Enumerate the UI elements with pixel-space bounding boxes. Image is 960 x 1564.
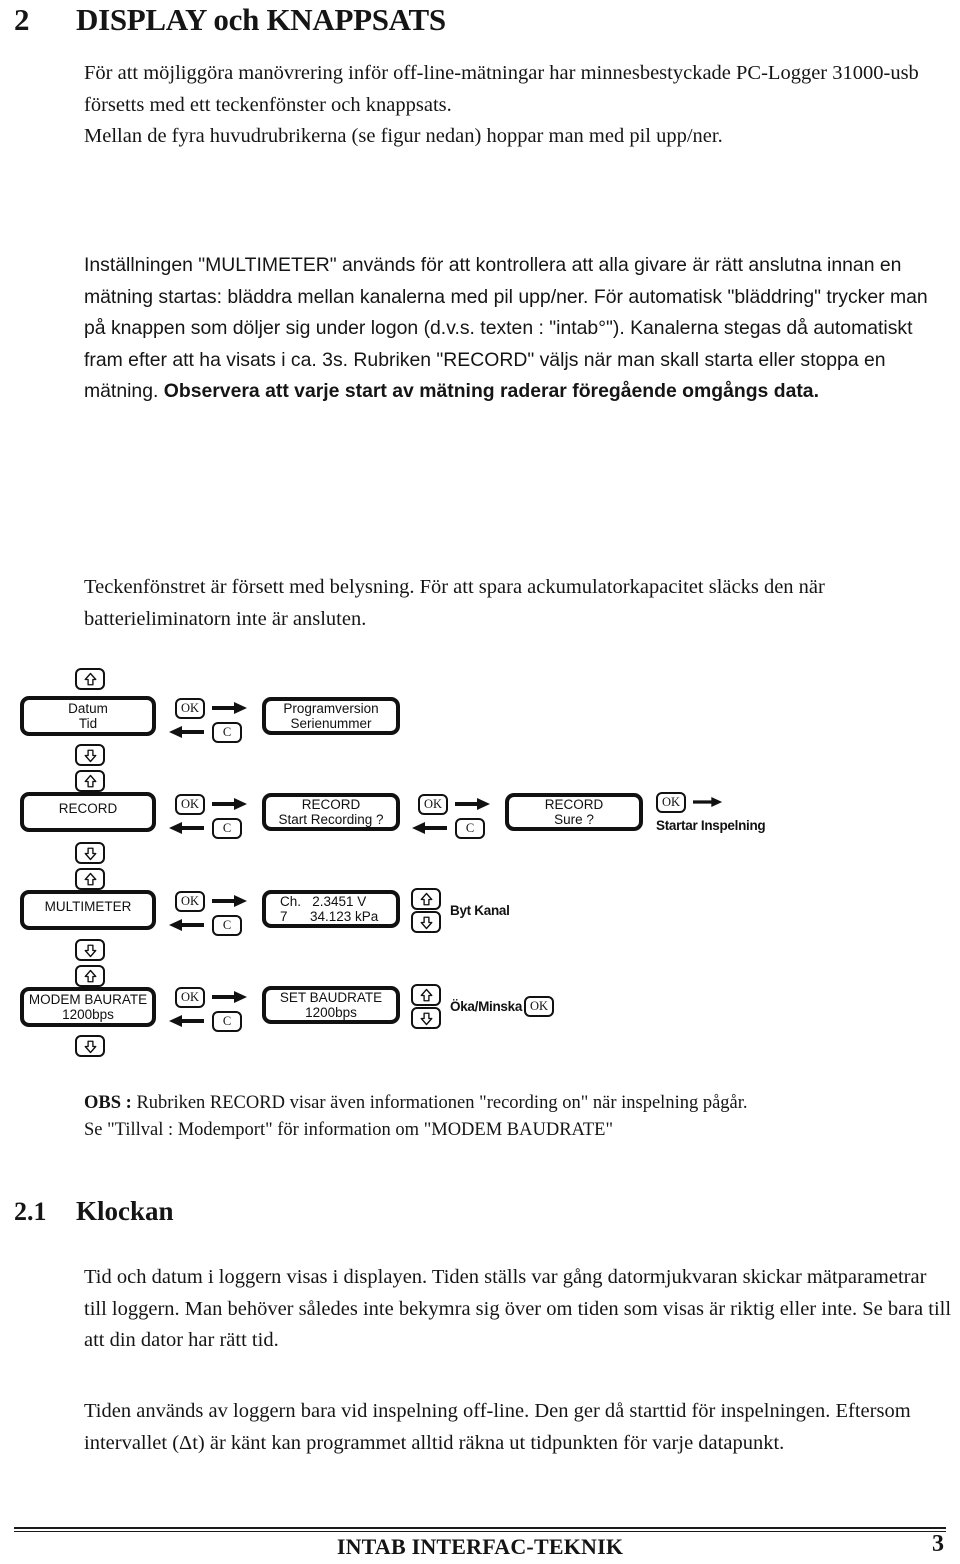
footer-page-number: 3 [932,1531,944,1557]
menu-box-programversion[interactable]: Programversion Serienummer [262,697,400,735]
clear-key-label: C [222,725,232,739]
menu-box-record-line1: RECORD [58,801,118,816]
arrow-right-record-start [693,795,723,809]
menu-box-programversion-line2: Serienummer [290,716,372,731]
obs-note: OBS : Rubriken RECORD visar även informa… [84,1090,952,1144]
menu-box-start-recording[interactable]: RECORD Start Recording ? [262,793,400,831]
paragraph-multimeter: Inställningen "MULTIMETER" används för a… [84,250,952,408]
footer-divider [14,1527,946,1532]
clear-key-label: C [222,918,232,932]
clear-key-label: C [465,821,475,835]
arrow-up-key-record[interactable] [75,770,105,792]
obs-line-1: Rubriken RECORD visar även informationen… [131,1093,748,1113]
label-oka-minska: Öka/Minska [450,999,523,1014]
ok-key-label: OK [423,797,443,811]
ok-key-label: OK [661,795,681,809]
menu-box-programversion-line1: Programversion [283,701,379,716]
ok-key-label: OK [180,990,200,1004]
arrow-left-multimeter [168,918,204,932]
menu-box-record-sure-line1: RECORD [544,797,604,812]
menu-box-modem-baurate[interactable]: MODEM BAURATE 1200bps [20,987,156,1027]
menu-box-set-baudrate-line2: 1200bps [305,1005,357,1020]
ok-key-record[interactable]: OK [175,794,205,815]
clear-key-record[interactable]: C [212,818,242,839]
subsection-number: 2.1 [14,1197,47,1226]
menu-box-channel-reading-line1: Ch. 2.3451 V [280,894,367,909]
clear-key-record-confirm[interactable]: C [455,818,485,839]
menu-box-set-baudrate-line1: SET BAUDRATE [279,990,383,1005]
ok-key-label: OK [180,894,200,908]
clear-key-label: C [222,1014,232,1028]
arrow-up-key-byt-kanal[interactable] [411,888,441,910]
menu-box-set-baudrate[interactable]: SET BAUDRATE 1200bps [262,986,400,1024]
section-title: DISPLAY och KNAPPSATS [76,2,446,37]
footer-company: INTAB INTERFAC-TEKNIK [336,1534,624,1559]
subsection-title: 2.1 Klockan [14,1196,174,1227]
arrow-down-key-record[interactable] [75,842,105,864]
menu-box-record-sure-line2: Sure ? [554,812,594,827]
paragraph-intro: För att möjliggöra manövrering inför off… [84,62,919,147]
multimeter-warning: Observera att varje start av mätning rad… [163,380,819,402]
menu-box-start-recording-line1: RECORD [301,797,361,812]
menu-box-start-recording-line2: Start Recording ? [278,812,384,827]
clear-key-multimeter[interactable]: C [212,915,242,936]
clear-key-label: C [222,821,232,835]
ok-key-label: OK [180,701,200,715]
arrow-up-key-modem[interactable] [75,965,105,987]
arrow-right-modem [212,990,248,1004]
arrow-down-key-datum[interactable] [75,744,105,766]
paragraph-klockan: Tid och datum i loggern visas i displaye… [84,1266,952,1351]
ok-key-record-start[interactable]: OK [656,792,686,813]
ok-key-multimeter[interactable]: OK [175,891,205,912]
arrow-up-key-oka-minska[interactable] [411,984,441,1006]
arrow-down-key-multimeter[interactable] [75,939,105,961]
menu-box-modem-baurate-line2: 1200bps [62,1007,114,1022]
arrow-left-record [168,821,204,835]
menu-box-channel-reading-line2: 7 34.123 kPa [280,909,379,924]
menu-box-multimeter[interactable]: MULTIMETER [20,890,156,930]
arrow-down-key-byt-kanal[interactable] [411,911,441,933]
arrow-right-record [212,797,248,811]
menu-box-record-sure[interactable]: RECORD Sure ? [505,793,643,831]
page-title: 2 DISPLAY och KNAPPSATS [14,2,944,38]
subsection-label: Klockan [76,1196,174,1226]
arrow-left-record-confirm [411,821,447,835]
menu-box-record[interactable]: RECORD [20,792,156,832]
arrow-right-multimeter [212,894,248,908]
obs-label: OBS : [84,1093,132,1113]
arrow-up-key-datum[interactable] [75,668,105,690]
ok-key-label: OK [529,999,549,1013]
section-number: 2 [14,2,30,37]
arrow-right-record-confirm [455,797,491,811]
arrow-down-key-oka-minska[interactable] [411,1007,441,1029]
ok-key-label: OK [180,797,200,811]
arrow-up-key-multimeter[interactable] [75,868,105,890]
menu-box-datum-tid-line1: Datum [68,701,108,716]
arrow-left-modem [168,1014,204,1028]
obs-line-2: Se "Tillval : Modemport" för information… [84,1120,614,1140]
paragraph-tiden: Tiden används av loggern bara vid inspel… [84,1400,911,1454]
arrow-right-datum [212,701,248,715]
menu-box-datum-tid-line2: Tid [78,716,98,731]
menu-flow-diagram: Datum Tid OK C Programversion Serienumme… [0,660,960,1080]
menu-box-datum-tid[interactable]: Datum Tid [20,696,156,736]
ok-key-record-confirm[interactable]: OK [418,794,448,815]
paragraph-teckenfonster: Teckenfönstret är försett med belysning.… [84,576,825,630]
menu-box-modem-baurate-line1: MODEM BAURATE [28,992,148,1007]
ok-key-datum[interactable]: OK [175,698,205,719]
clear-key-modem[interactable]: C [212,1011,242,1032]
label-byt-kanal: Byt Kanal [450,903,510,918]
arrow-left-datum [168,725,204,739]
label-startar-inspelning: Startar Inspelning [656,818,766,833]
ok-key-oka-minska[interactable]: OK [524,996,554,1017]
menu-box-channel-reading[interactable]: Ch. 2.3451 V 7 34.123 kPa [262,890,400,928]
clear-key-datum[interactable]: C [212,722,242,743]
ok-key-modem[interactable]: OK [175,987,205,1008]
arrow-down-key-modem[interactable] [75,1035,105,1057]
menu-box-multimeter-line1: MULTIMETER [44,899,132,914]
